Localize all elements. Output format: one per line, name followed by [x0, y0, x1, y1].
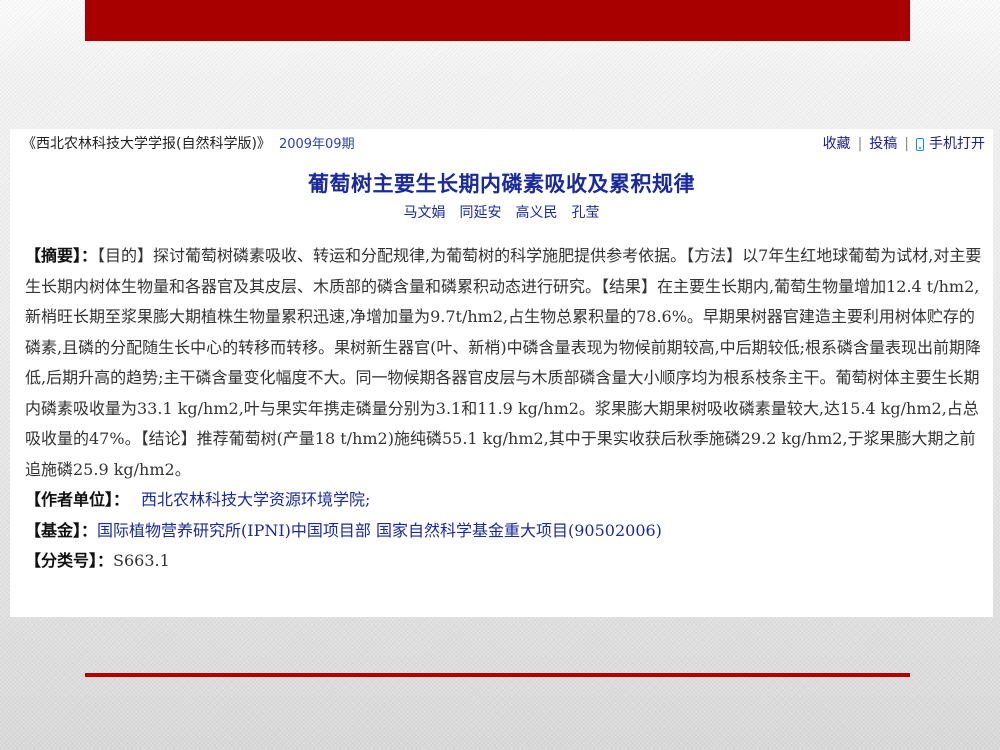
phone-icon: [916, 138, 924, 151]
journal-name[interactable]: 《西北农林科技大学学报(自然科学版)》: [22, 136, 271, 152]
bottom-rule: [85, 673, 910, 677]
article-title: 葡萄树主要生长期内磷素吸收及累积规律: [308, 171, 695, 196]
classification-value: S663.1: [113, 551, 170, 570]
author-link[interactable]: 同延安: [460, 205, 502, 221]
author-link[interactable]: 高义民: [516, 205, 558, 221]
author-link[interactable]: 马文娟: [404, 205, 446, 221]
abstract-section: 【摘要】：【目的】探讨葡萄树磷素吸收、转运和分配规律,为葡萄树的科学施肥提供参考…: [25, 241, 983, 485]
favorite-link[interactable]: 收藏: [823, 136, 851, 152]
affiliation-section: 【作者单位】： 西北农林科技大学资源环境学院;: [25, 485, 983, 516]
fund-label: 【基金】：: [25, 520, 98, 540]
article-content: 【摘要】：【目的】探讨葡萄树磷素吸收、转运和分配规律,为葡萄树的科学施肥提供参考…: [25, 241, 983, 577]
abstract-label: 【摘要】：: [25, 246, 98, 265]
fund-link[interactable]: 国际植物营养研究所(IPNI)中国项目部 国家自然科学基金重大项目(905020…: [97, 521, 662, 540]
article-panel: 《西北农林科技大学学报(自然科学版)》 2009年09期 收藏 | 投稿 | 手机打开 葡…: [10, 129, 993, 617]
classification-section: 【分类号】：S663.1: [25, 546, 983, 577]
author-link[interactable]: 孔莹: [572, 205, 600, 221]
affiliation-link[interactable]: 西北农林科技大学资源环境学院;: [141, 490, 370, 509]
fund-section: 【基金】：国际植物营养研究所(IPNI)中国项目部 国家自然科学基金重大项目(9…: [25, 516, 983, 547]
top-banner: [85, 0, 910, 41]
journal-info: 《西北农林科技大学学报(自然科学版)》 2009年09期: [22, 133, 355, 156]
action-links: 收藏 | 投稿 | 手机打开: [823, 133, 985, 155]
meta-bar: 《西北农林科技大学学报(自然科学版)》 2009年09期 收藏 | 投稿 | 手机打开: [22, 133, 985, 155]
author-list: 马文娟 同延安 高义民 孔莹: [10, 202, 993, 222]
mobile-open-label: 手机打开: [929, 136, 985, 152]
submit-link[interactable]: 投稿: [869, 136, 897, 152]
classification-label: 【分类号】：: [25, 551, 114, 570]
separator: |: [857, 136, 863, 152]
issue-link[interactable]: 2009年09期: [279, 137, 355, 152]
abstract-text: 【目的】探讨葡萄树磷素吸收、转运和分配规律,为葡萄树的科学施肥提供参考依据。【方…: [25, 246, 982, 479]
affiliation-label: 【作者单位】：: [25, 490, 130, 509]
mobile-open-link[interactable]: 手机打开: [916, 136, 985, 152]
separator: |: [904, 136, 909, 152]
